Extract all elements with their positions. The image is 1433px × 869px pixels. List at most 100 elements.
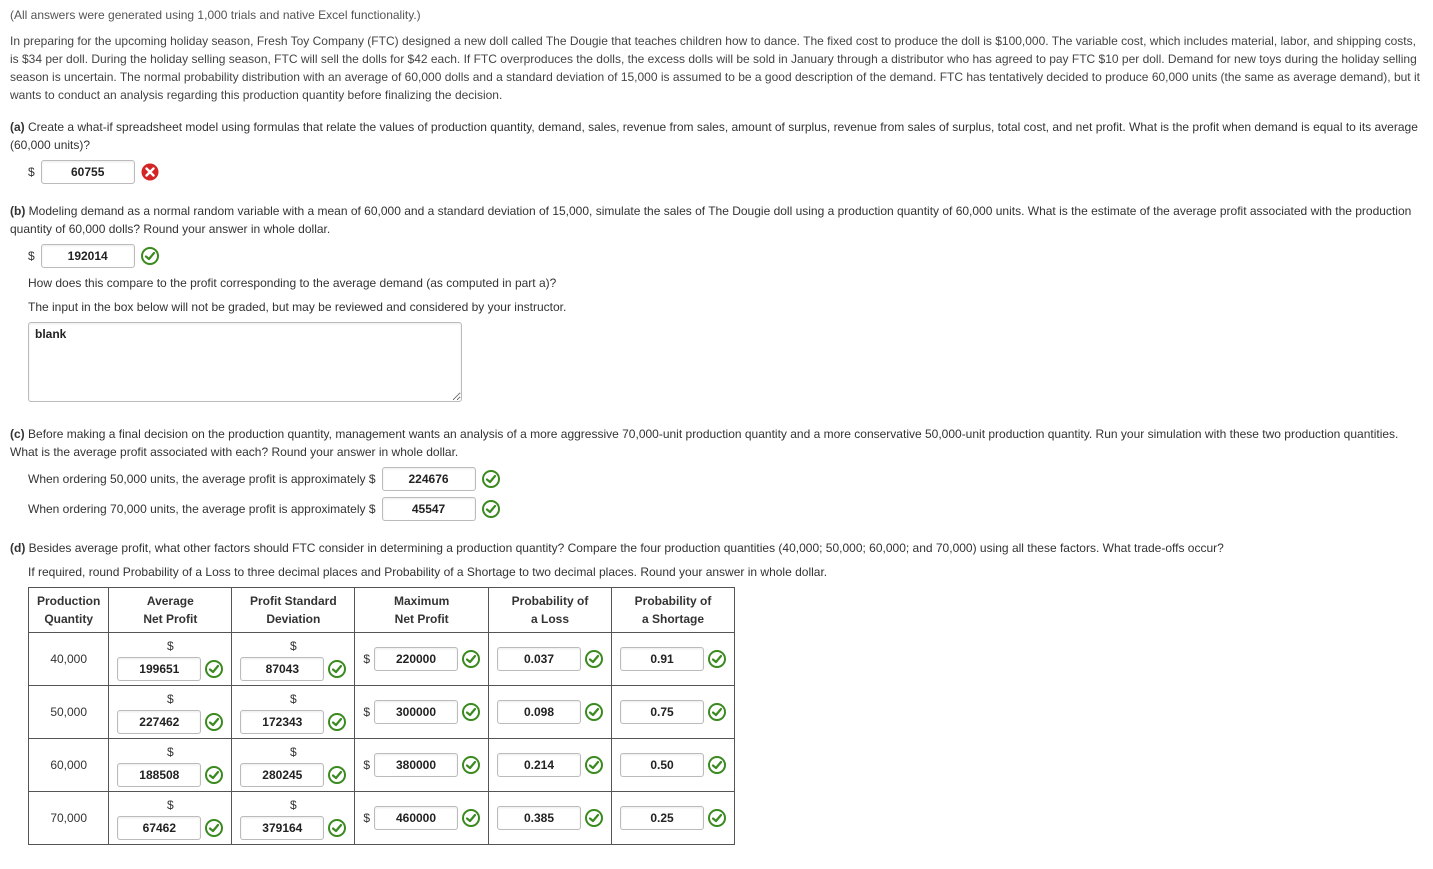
th-prob-short: Probability ofa Shortage [612, 588, 735, 633]
part-a-answer-input[interactable] [41, 160, 135, 184]
th-prob-loss: Probability ofa Loss [489, 588, 612, 633]
max-profit-input[interactable] [374, 700, 458, 724]
prob-loss-input[interactable] [497, 647, 581, 671]
cell-prob-short [612, 686, 735, 739]
prob-short-input[interactable] [620, 647, 704, 671]
part-a: (a) Create a what-if spreadsheet model u… [10, 118, 1423, 184]
max-profit-input[interactable] [374, 647, 458, 671]
table-row: 50,000 $ $ $ [29, 686, 735, 739]
prob-short-input[interactable] [620, 700, 704, 724]
dollar-sign: $ [363, 809, 370, 827]
dollar-sign: $ [167, 637, 174, 655]
dollar-sign: $ [28, 163, 35, 181]
correct-icon [585, 809, 603, 827]
correct-icon [585, 756, 603, 774]
prob-loss-input[interactable] [497, 700, 581, 724]
prob-short-input[interactable] [620, 753, 704, 777]
cell-prob-loss [489, 739, 612, 792]
part-b-text: Modeling demand as a normal random varia… [10, 204, 1411, 236]
problem-intro: In preparing for the upcoming holiday se… [10, 32, 1423, 104]
correct-icon [462, 756, 480, 774]
correct-icon [708, 756, 726, 774]
part-d-label: (d) [10, 541, 25, 555]
dollar-sign: $ [28, 247, 35, 265]
cell-prob-loss [489, 633, 612, 686]
part-d: (d) Besides average profit, what other f… [10, 539, 1423, 845]
part-d-rounding-note: If required, round Probability of a Loss… [28, 563, 1423, 581]
table-header-row: ProductionQuantity AverageNet Profit Pro… [29, 588, 735, 633]
table-row: 40,000 $ $ $ [29, 633, 735, 686]
th-avg-profit: AverageNet Profit [109, 588, 232, 633]
dollar-sign: $ [363, 703, 370, 721]
dollar-sign: $ [363, 650, 370, 668]
avg-profit-input[interactable] [117, 710, 201, 734]
part-a-text: Create a what-if spreadsheet model using… [10, 120, 1418, 152]
prob-short-input[interactable] [620, 806, 704, 830]
correct-icon [585, 703, 603, 721]
correct-icon [328, 660, 346, 678]
correct-icon [328, 766, 346, 784]
cell-std-dev: $ [232, 633, 355, 686]
generation-note: (All answers were generated using 1,000 … [10, 6, 1423, 24]
max-profit-input[interactable] [374, 806, 458, 830]
std-dev-input[interactable] [240, 763, 324, 787]
cell-prob-short [612, 633, 735, 686]
cell-quantity: 40,000 [29, 633, 109, 686]
prob-loss-input[interactable] [497, 806, 581, 830]
correct-icon [205, 819, 223, 837]
prob-loss-input[interactable] [497, 753, 581, 777]
dollar-sign: $ [290, 637, 297, 655]
correct-icon [462, 703, 480, 721]
part-c-text: Before making a final decision on the pr… [10, 427, 1398, 459]
part-c-line1-text: When ordering 50,000 units, the average … [28, 470, 376, 488]
max-profit-input[interactable] [374, 753, 458, 777]
std-dev-input[interactable] [240, 657, 324, 681]
part-c-answer1-input[interactable] [382, 467, 476, 491]
part-b-grading-note: The input in the box below will not be g… [28, 298, 1423, 316]
part-d-table: ProductionQuantity AverageNet Profit Pro… [28, 587, 735, 845]
cell-quantity: 60,000 [29, 739, 109, 792]
std-dev-input[interactable] [240, 710, 324, 734]
correct-icon [205, 713, 223, 731]
correct-icon [708, 703, 726, 721]
avg-profit-input[interactable] [117, 657, 201, 681]
part-c: (c) Before making a final decision on th… [10, 425, 1423, 521]
correct-icon [482, 470, 500, 488]
part-c-answer2-input[interactable] [382, 497, 476, 521]
th-quantity: ProductionQuantity [29, 588, 109, 633]
part-b-compare-text: How does this compare to the profit corr… [28, 274, 1423, 292]
cell-prob-loss [489, 686, 612, 739]
correct-icon [141, 247, 159, 265]
incorrect-icon [141, 163, 159, 181]
dollar-sign: $ [290, 743, 297, 761]
part-c-line2-text: When ordering 70,000 units, the average … [28, 500, 376, 518]
cell-max-profit: $ [355, 633, 489, 686]
std-dev-input[interactable] [240, 816, 324, 840]
dollar-sign: $ [167, 796, 174, 814]
th-max-profit: MaximumNet Profit [355, 588, 489, 633]
correct-icon [482, 500, 500, 518]
part-b-free-response[interactable] [28, 322, 462, 402]
dollar-sign: $ [290, 690, 297, 708]
cell-avg-profit: $ [109, 739, 232, 792]
dollar-sign: $ [167, 690, 174, 708]
cell-max-profit: $ [355, 739, 489, 792]
part-b-answer-input[interactable] [41, 244, 135, 268]
table-row: 60,000 $ $ $ [29, 739, 735, 792]
dollar-sign: $ [363, 756, 370, 774]
correct-icon [708, 809, 726, 827]
part-a-label: (a) [10, 120, 25, 134]
correct-icon [328, 819, 346, 837]
part-c-label: (c) [10, 427, 25, 441]
dollar-sign: $ [167, 743, 174, 761]
avg-profit-input[interactable] [117, 763, 201, 787]
avg-profit-input[interactable] [117, 816, 201, 840]
correct-icon [328, 713, 346, 731]
cell-quantity: 50,000 [29, 686, 109, 739]
correct-icon [708, 650, 726, 668]
correct-icon [205, 660, 223, 678]
cell-std-dev: $ [232, 739, 355, 792]
part-d-text: Besides average profit, what other facto… [29, 541, 1224, 555]
cell-std-dev: $ [232, 686, 355, 739]
cell-avg-profit: $ [109, 633, 232, 686]
